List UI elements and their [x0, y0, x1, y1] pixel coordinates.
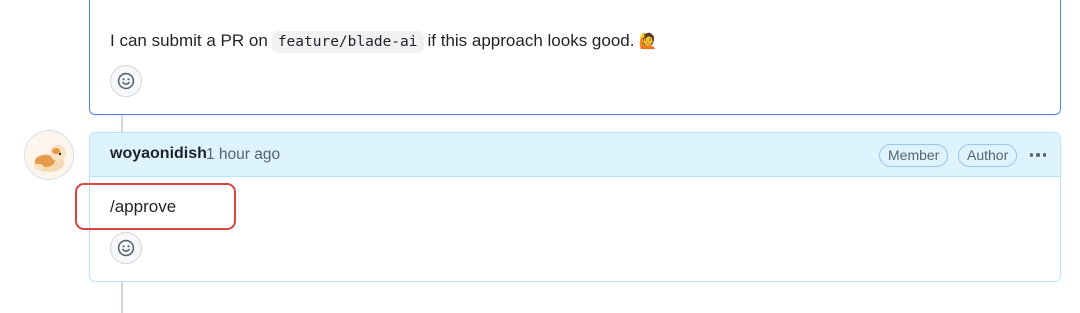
author-badge: Author: [958, 144, 1018, 167]
smiley-icon: [117, 72, 135, 90]
member-badge: Member: [879, 144, 949, 167]
branch-code: feature/blade-ai: [271, 31, 424, 53]
add-reaction-button[interactable]: [110, 65, 142, 97]
previous-comment-body: I can submit a PR on feature/blade-ai if t…: [110, 29, 657, 54]
kebab-horizontal-icon: [1029, 153, 1034, 157]
author-link[interactable]: woyaonidish: [110, 145, 207, 163]
comment-timestamp[interactable]: 1 hour ago: [206, 146, 280, 164]
add-reaction-button[interactable]: [110, 232, 142, 264]
avatar[interactable]: [24, 130, 74, 180]
previous-comment-card: I can submit a PR on feature/blade-ai if t…: [89, 0, 1061, 115]
avatar-image: [25, 131, 73, 179]
smiley-icon: [117, 239, 135, 257]
highlight-annotation: [75, 183, 236, 230]
timeline-connector: [121, 282, 123, 313]
timeline-connector: [121, 115, 123, 133]
raising-hand-emoji: 🙋: [638, 33, 658, 50]
comment-options-button[interactable]: [1026, 146, 1050, 164]
comment-header: woyaonidish 1 hour ago Member Author: [90, 133, 1060, 177]
